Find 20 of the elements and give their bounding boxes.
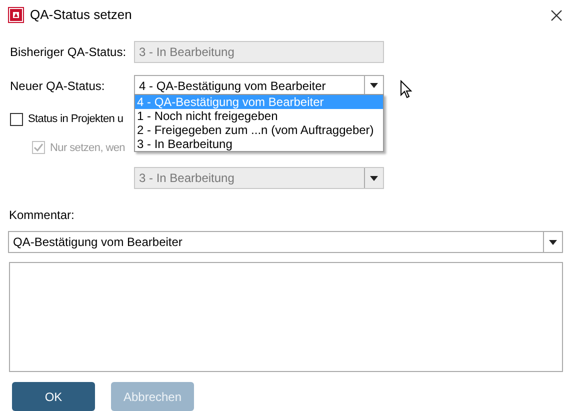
dropdown-option[interactable]: 2 - Freigegeben zum ...n (vom Auftraggeber) bbox=[135, 123, 383, 137]
checkbox-label: Status in Projekten u bbox=[28, 112, 124, 127]
dropdown-arrow-icon bbox=[370, 83, 378, 88]
app-icon bbox=[8, 7, 24, 23]
close-icon[interactable] bbox=[551, 10, 562, 20]
mouse-cursor-icon bbox=[400, 80, 413, 99]
status-field: 3 - In Bearbeitung bbox=[134, 41, 384, 63]
field-label: Neuer QA-Status: bbox=[10, 78, 106, 94]
dropdown-arrow-icon bbox=[370, 176, 378, 180]
dropdown-option[interactable]: 3 - In Bearbeitung bbox=[135, 137, 383, 151]
dropdown-arrow-icon bbox=[549, 240, 557, 244]
field-label: Bisheriger QA-Status: bbox=[10, 44, 128, 61]
field-label: Kommentar: bbox=[8, 207, 74, 224]
dropdown-option[interactable]: 1 - Noch nicht freigegeben bbox=[135, 109, 383, 123]
status-combobox[interactable]: 4 - QA-Bestätigung vom Bearbeiter bbox=[134, 74, 384, 96]
checkbox[interactable] bbox=[10, 112, 23, 126]
comment-combobox[interactable]: QA-Bestätigung vom Bearbeiter bbox=[8, 231, 563, 253]
checkbox-label: Nur setzen, wen bbox=[50, 140, 125, 156]
dialog-button[interactable]: OK bbox=[12, 382, 95, 411]
window-title: QA-Status setzen bbox=[30, 6, 133, 24]
